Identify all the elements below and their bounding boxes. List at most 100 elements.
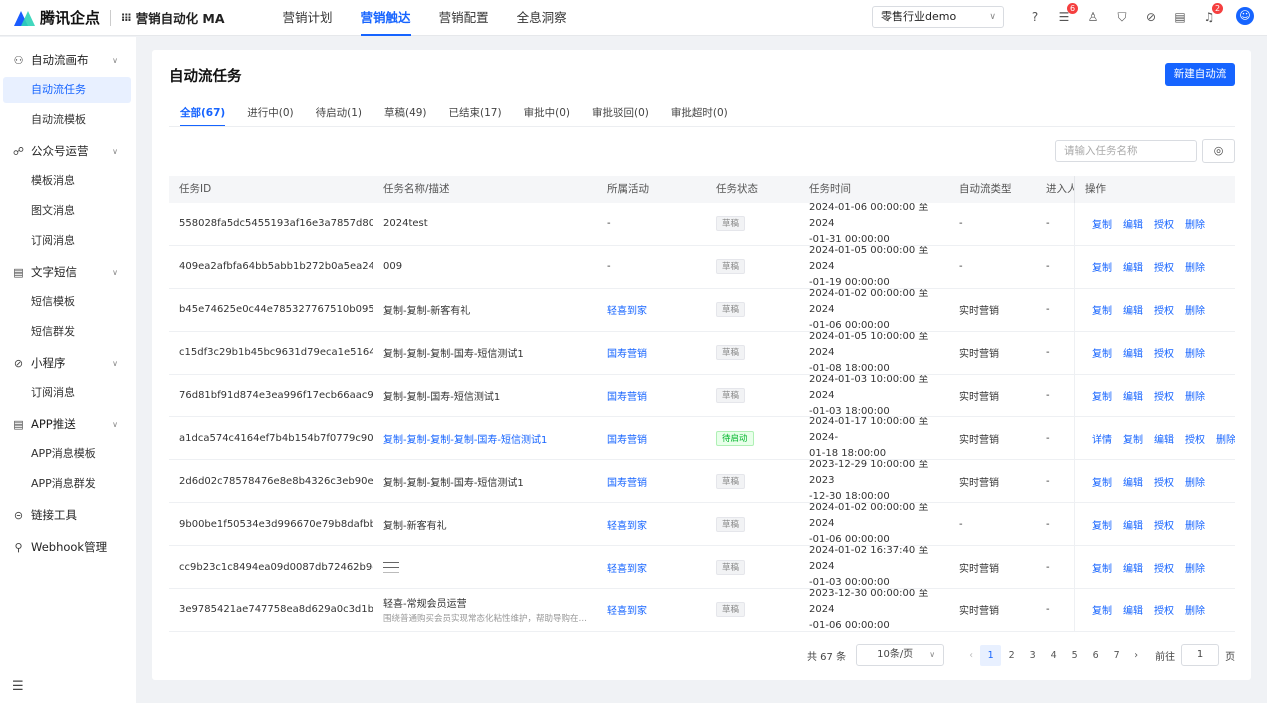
- page-number-button[interactable]: 5: [1064, 645, 1085, 666]
- sidebar-item[interactable]: APP消息群发: [3, 471, 131, 497]
- sidebar-group[interactable]: ⊘ 小程序 ∨: [0, 350, 136, 376]
- action-link[interactable]: 复制: [1123, 431, 1143, 446]
- action-link[interactable]: 删除: [1185, 216, 1205, 231]
- action-link[interactable]: 删除: [1185, 602, 1205, 617]
- task-name[interactable]: 复制-复制-复制-复制-国寿-短信测试1: [383, 431, 547, 446]
- status-tab[interactable]: 已结束(17): [449, 101, 502, 127]
- action-link[interactable]: 编辑: [1123, 560, 1143, 575]
- activity-link[interactable]: 国寿营销: [607, 431, 647, 446]
- action-link[interactable]: 复制: [1092, 259, 1112, 274]
- action-link[interactable]: 复制: [1092, 216, 1112, 231]
- sidebar-item[interactable]: 订阅消息: [3, 228, 131, 254]
- sidebar-group[interactable]: ⊝ 链接工具: [0, 502, 136, 528]
- task-list-icon[interactable]: ☰ 6: [1056, 3, 1078, 25]
- help-icon[interactable]: ?: [1027, 9, 1043, 25]
- action-link[interactable]: 删除: [1216, 431, 1235, 446]
- search-input[interactable]: [1055, 140, 1197, 162]
- page-number-button[interactable]: 3: [1022, 645, 1043, 666]
- action-link[interactable]: 编辑: [1123, 216, 1143, 231]
- sidebar-group[interactable]: ☍ 公众号运营 ∨: [0, 138, 136, 164]
- status-tab[interactable]: 审批中(0): [524, 101, 570, 127]
- avatar[interactable]: ☺: [1236, 7, 1254, 25]
- sidebar-item[interactable]: 图文消息: [3, 198, 131, 224]
- action-link[interactable]: 复制: [1092, 517, 1112, 532]
- action-link[interactable]: 授权: [1154, 302, 1174, 317]
- sidebar-group[interactable]: ▤ APP推送 ∨: [0, 411, 136, 437]
- action-link[interactable]: 删除: [1185, 302, 1205, 317]
- status-tab[interactable]: 草稿(49): [384, 101, 427, 127]
- action-link[interactable]: 复制: [1092, 302, 1112, 317]
- sidebar-item[interactable]: APP消息模板: [3, 441, 131, 467]
- shield-icon[interactable]: ⛉: [1114, 9, 1130, 25]
- logo[interactable]: 腾讯企点: [14, 7, 100, 28]
- action-link[interactable]: 授权: [1154, 345, 1174, 360]
- user-icon[interactable]: ♙: [1085, 9, 1101, 25]
- sidebar-item[interactable]: 短信模板: [3, 289, 131, 315]
- activity-link[interactable]: 轻喜到家: [607, 302, 647, 317]
- action-link[interactable]: 编辑: [1123, 259, 1143, 274]
- action-link[interactable]: 编辑: [1123, 345, 1143, 360]
- action-link[interactable]: 编辑: [1123, 517, 1143, 532]
- next-page-button[interactable]: ›: [1127, 645, 1145, 666]
- action-link[interactable]: 授权: [1154, 602, 1174, 617]
- sidebar-item[interactable]: 自动流任务: [3, 77, 131, 103]
- bell-icon[interactable]: ♫ 2: [1201, 3, 1223, 25]
- action-link[interactable]: 复制: [1092, 602, 1112, 617]
- status-tab[interactable]: 审批驳回(0): [592, 101, 649, 127]
- action-link[interactable]: 复制: [1092, 345, 1112, 360]
- page-number-button[interactable]: 1: [980, 644, 1002, 666]
- action-link[interactable]: 授权: [1154, 560, 1174, 575]
- sidebar-group[interactable]: ⚲ Webhook管理: [0, 534, 136, 560]
- sidebar-item[interactable]: 订阅消息: [3, 380, 131, 406]
- compass-icon[interactable]: ⊘: [1143, 9, 1159, 25]
- action-link[interactable]: 删除: [1185, 259, 1205, 274]
- tenant-select[interactable]: 零售行业demo ∨: [872, 6, 1004, 28]
- status-tab[interactable]: 待启动(1): [316, 101, 362, 127]
- column-settings-button[interactable]: ◎: [1202, 139, 1235, 163]
- top-nav-item[interactable]: 全息洞察: [517, 0, 567, 36]
- action-link[interactable]: 删除: [1185, 474, 1205, 489]
- page-number-button[interactable]: 4: [1043, 645, 1064, 666]
- sidebar-item[interactable]: 自动流模板: [3, 107, 131, 133]
- action-link[interactable]: 复制: [1092, 474, 1112, 489]
- activity-link[interactable]: 轻喜到家: [607, 517, 647, 532]
- action-link[interactable]: 删除: [1185, 388, 1205, 403]
- status-tab[interactable]: 进行中(0): [247, 101, 293, 127]
- action-link[interactable]: 删除: [1185, 560, 1205, 575]
- page-number-button[interactable]: 2: [1001, 645, 1022, 666]
- action-link[interactable]: 编辑: [1154, 431, 1174, 446]
- page-size-select[interactable]: 10条/页 ∨: [856, 644, 945, 666]
- product-switcher[interactable]: ⁝⁝⁝ 营销自动化 MA: [121, 8, 225, 27]
- activity-link[interactable]: 国寿营销: [607, 474, 647, 489]
- prev-page-button[interactable]: ‹: [962, 645, 980, 666]
- action-link[interactable]: 授权: [1185, 431, 1205, 446]
- action-link[interactable]: 授权: [1154, 259, 1174, 274]
- action-link[interactable]: 编辑: [1123, 474, 1143, 489]
- page-number-button[interactable]: 7: [1106, 645, 1127, 666]
- page-number-button[interactable]: 6: [1085, 645, 1106, 666]
- action-link[interactable]: 授权: [1154, 216, 1174, 231]
- activity-link[interactable]: 轻喜到家: [607, 602, 647, 617]
- action-link[interactable]: 编辑: [1123, 302, 1143, 317]
- document-icon[interactable]: ▤: [1172, 9, 1188, 25]
- new-flow-button[interactable]: 新建自动流: [1165, 63, 1235, 86]
- activity-link[interactable]: 轻喜到家: [607, 560, 647, 575]
- action-link[interactable]: 复制: [1092, 560, 1112, 575]
- action-link[interactable]: 删除: [1185, 517, 1205, 532]
- action-link[interactable]: 授权: [1154, 388, 1174, 403]
- action-link[interactable]: 复制: [1092, 388, 1112, 403]
- sidebar-item[interactable]: 模板消息: [3, 168, 131, 194]
- action-link[interactable]: 授权: [1154, 517, 1174, 532]
- top-nav-item[interactable]: 营销计划: [283, 0, 333, 36]
- sidebar-group[interactable]: ⚇ 自动流画布 ∨: [0, 47, 136, 73]
- goto-page-input[interactable]: 1: [1181, 644, 1220, 666]
- sidebar-item[interactable]: 短信群发: [3, 319, 131, 345]
- action-link[interactable]: 删除: [1185, 345, 1205, 360]
- action-link[interactable]: 编辑: [1123, 602, 1143, 617]
- status-tab[interactable]: 全部(67): [180, 101, 226, 127]
- top-nav-item[interactable]: 营销配置: [439, 0, 489, 36]
- sidebar-group[interactable]: ▤ 文字短信 ∨: [0, 259, 136, 285]
- action-link[interactable]: 授权: [1154, 474, 1174, 489]
- activity-link[interactable]: 国寿营销: [607, 388, 647, 403]
- action-link[interactable]: 详情: [1092, 431, 1112, 446]
